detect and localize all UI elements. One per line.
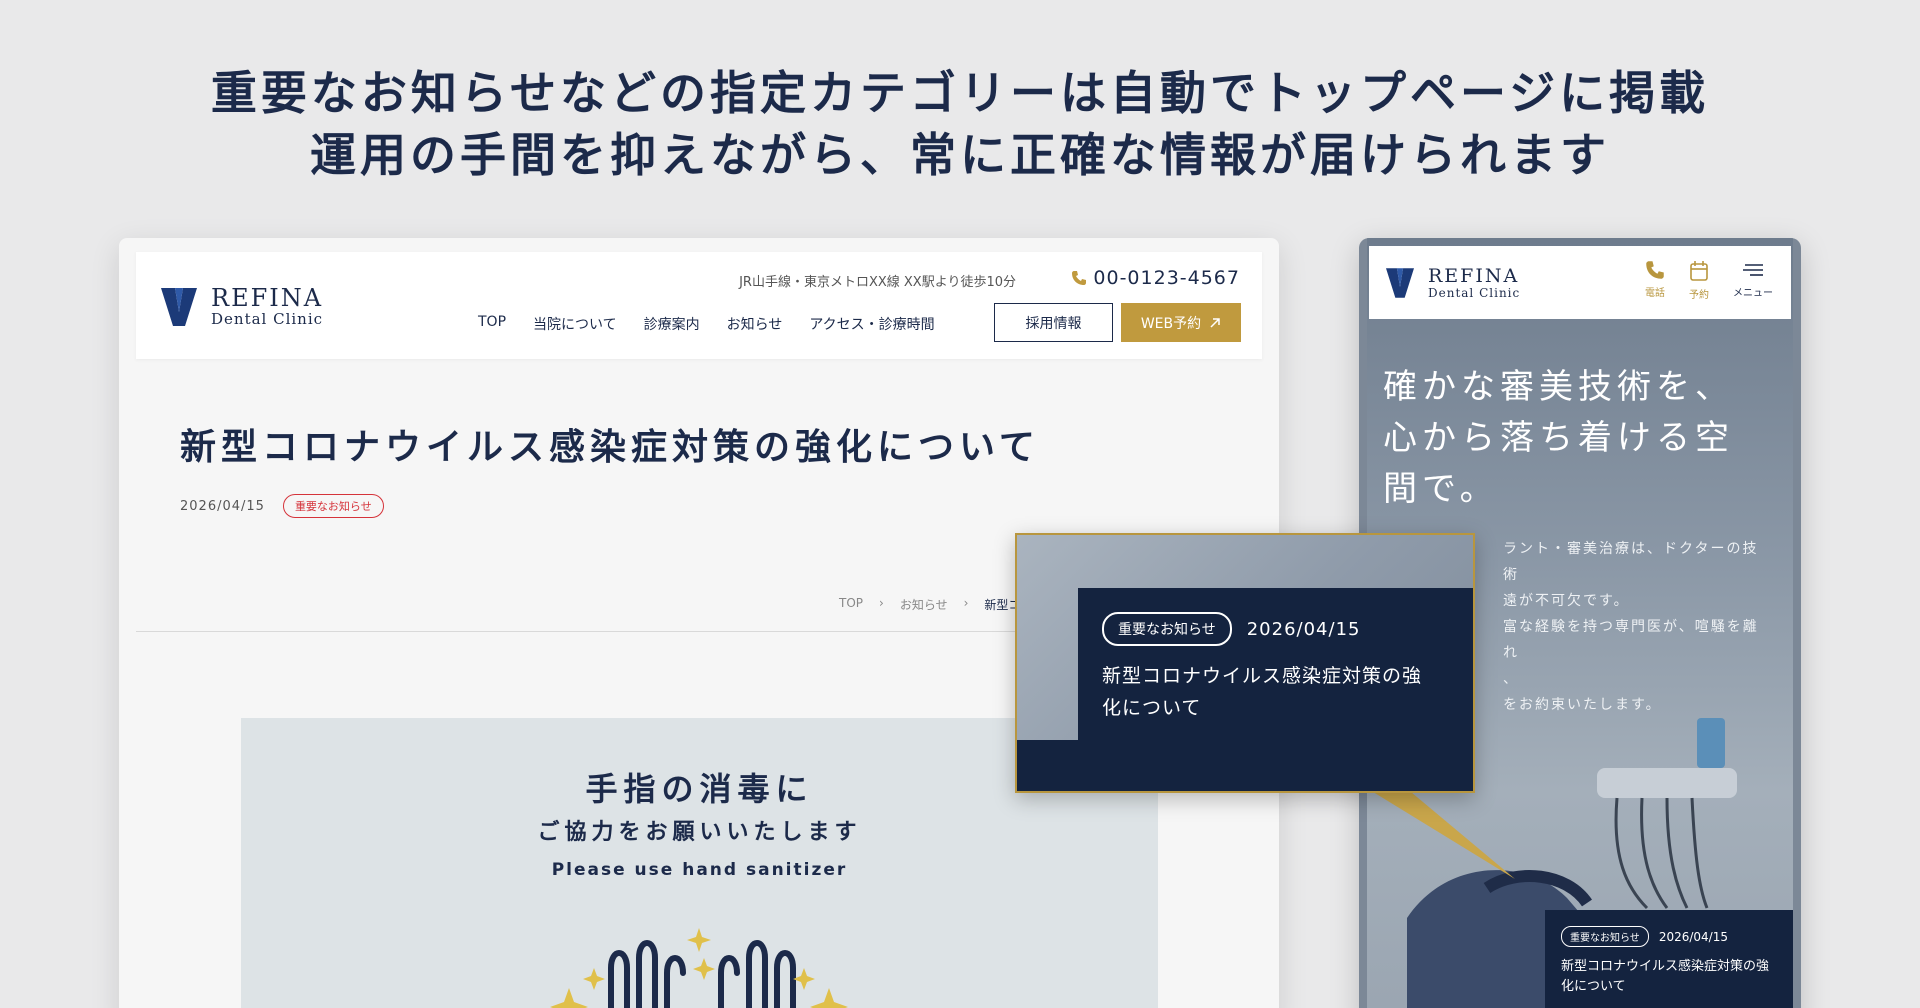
logo-mark-icon [161,287,197,326]
post-meta: 2026/04/15 重要なお知らせ [180,494,384,518]
callout-pointer [1365,787,1515,879]
chevron-right-icon: › [963,596,969,610]
arrow-up-right-icon [1210,317,1220,328]
logo-sub: Dental Clinic [1428,286,1521,300]
mobile-header: REFINA Dental Clinic 電話 予約 メニュー [1369,246,1791,319]
nav-top[interactable]: TOP [478,314,506,334]
mobile-phone-button[interactable]: 電話 [1645,260,1665,301]
web-reserve-button[interactable]: WEB予約 [1121,303,1241,342]
headline-line-2: 運用の手間を抑えながら、常に正確な情報が届けられます [310,128,1610,182]
poster-subheading: ご協力をお願いいたします [537,820,862,845]
callout-news-card[interactable]: 重要なお知らせ 2026/04/15 新型コロナウイルス感染症対策の強 化につい… [1078,588,1473,791]
hero-line: 確かな審美技術を、 [1383,367,1734,407]
web-reserve-label: WEB予約 [1140,315,1202,332]
access-info: JR山手線・東京メトロXX線 XX駅より徒歩10分 [739,275,1016,290]
mobile-reserve-button[interactable]: 予約 [1689,260,1709,301]
headline-line-1: 重要なお知らせなどの指定カテゴリーは自動でトップページに掲載 [210,66,1710,120]
logo-name: REFINA [1428,265,1520,287]
callout-tag: 重要なお知らせ [1102,612,1232,646]
post-title: 新型コロナウイルス感染症対策の強化について [180,426,1040,468]
news-date: 2026/04/15 [1658,929,1728,944]
callout-date: 2026/04/15 [1246,618,1361,640]
breadcrumb-top[interactable]: TOP [839,596,863,613]
logo-name: REFINA [211,284,324,312]
nav-news[interactable]: お知らせ [727,314,783,334]
hero-line: 間で。 [1383,469,1499,509]
nav-services[interactable]: 診療案内 [644,314,700,334]
breadcrumb-news[interactable]: お知らせ [900,596,948,613]
news-title: 新型コロナウイルス感染症対策の強化について [1561,959,1770,994]
category-tag[interactable]: 重要なお知らせ [282,494,384,518]
mobile-phone-label: 電話 [1645,288,1665,299]
mobile-news-card[interactable]: 重要なお知らせ 2026/04/15 新型コロナウイルス感染症対策の強化について [1545,910,1793,1008]
mobile-menu-button[interactable]: メニュー [1733,260,1773,301]
poster-english: Please use hand sanitizer [551,860,848,880]
callout-title: 新型コロナウイルス感染症対策の強 化について [1102,660,1451,724]
breadcrumb: TOP › お知らせ › 新型コ [839,596,1020,613]
post-date: 2026/04/15 [180,498,265,514]
zoom-callout: 重要なお知らせ 2026/04/15 新型コロナウイルス感染症対策の強 化につい… [1015,533,1475,793]
nav-about[interactable]: 当院について [533,314,617,334]
site-header: REFINA Dental Clinic JR山手線・東京メトロXX線 XX駅よ… [136,252,1262,359]
mobile-menu-label: メニュー [1733,288,1773,299]
logo-mark-icon [1386,268,1414,298]
headline: 重要なお知らせなどの指定カテゴリーは自動でトップページに掲載 運用の手間を抑えな… [0,62,1920,186]
nav-access[interactable]: アクセス・診療時間 [809,314,934,334]
chevron-right-icon: › [879,596,884,610]
callout-title-line: 新型コロナウイルス感染症対策の強 [1102,665,1423,687]
logo-sub: Dental Clinic [211,310,324,328]
recruit-button[interactable]: 採用情報 [994,303,1113,342]
mobile-header-icons: 電話 予約 メニュー [1645,260,1773,301]
menu-icon [1743,264,1763,276]
phone-icon [1072,271,1087,285]
callout-accent-bar [1017,740,1078,791]
mobile-reserve-label: 予約 [1689,290,1709,301]
calendar-icon [1690,261,1708,281]
global-nav: TOP 当院について 診療案内 お知らせ アクセス・診療時間 [478,314,935,334]
site-logo[interactable]: REFINA Dental Clinic [161,285,323,328]
hands-sparkle-icon [550,928,848,1008]
hero-line: 心から落ち着ける空 [1383,418,1734,458]
phone-number[interactable]: 00-0123-4567 [1071,267,1240,289]
phone-number-text: 00-0123-4567 [1093,267,1240,289]
news-tag: 重要なお知らせ [1561,926,1649,947]
hero-copy: 確かな審美技術を、 心から落ち着ける空 間で。 [1383,362,1734,515]
phone-icon [1646,261,1664,279]
callout-title-line: 化について [1102,697,1202,719]
mobile-logo[interactable]: REFINA Dental Clinic [1386,266,1520,300]
